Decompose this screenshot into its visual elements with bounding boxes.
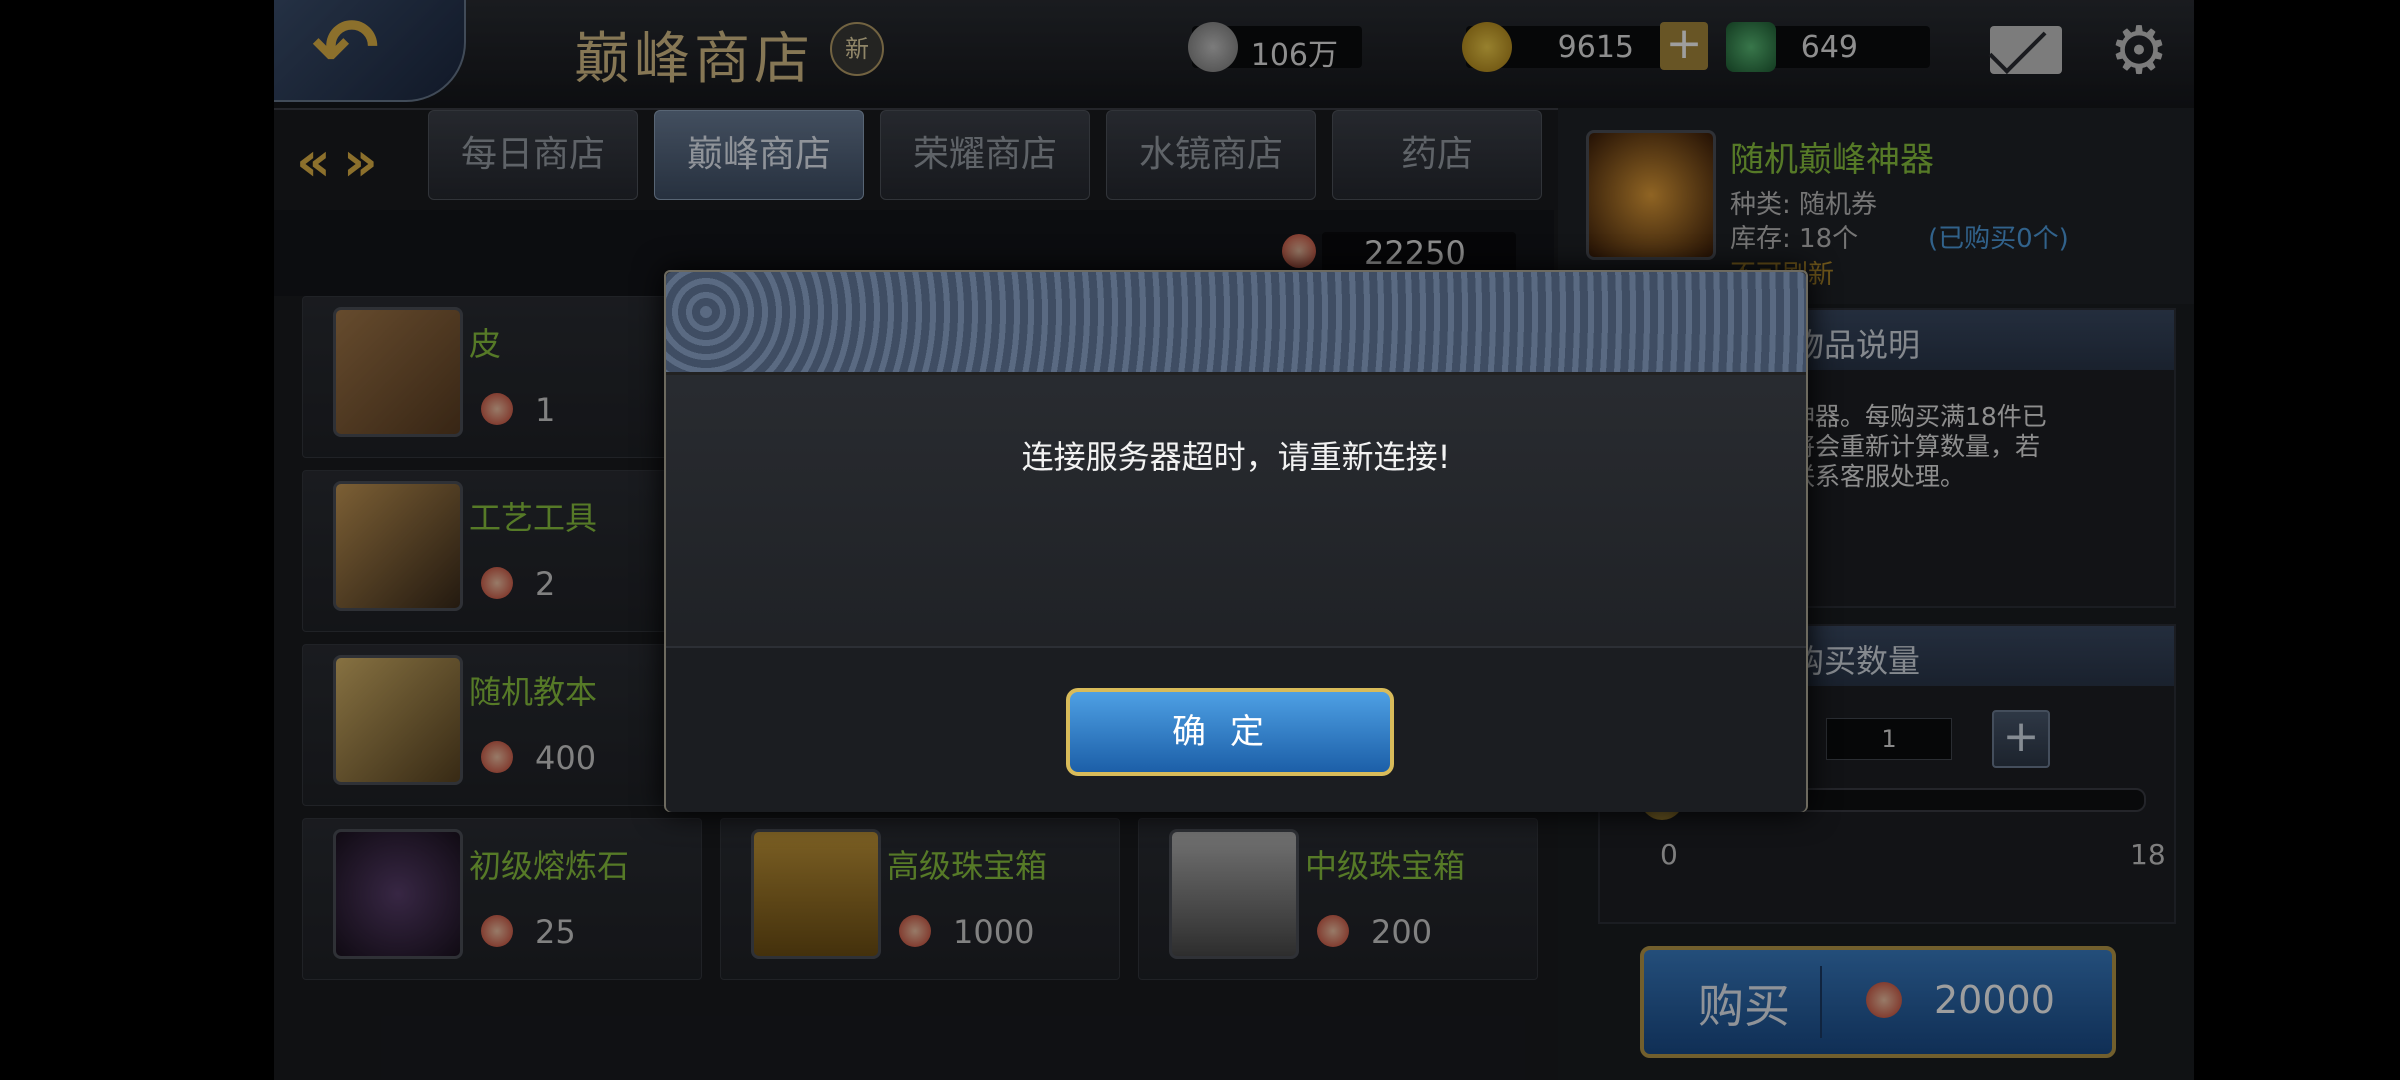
timeout-dialog: 连接服务器超时，请重新连接! 确定: [664, 270, 1808, 812]
confirm-button[interactable]: 确定: [1066, 688, 1394, 776]
dialog-message: 连接服务器超时，请重新连接!: [1021, 438, 1451, 476]
dialog-header: [666, 272, 1806, 375]
game-screen: ↶ 巅峰商店 新 106万 9615 + 649 ⚙ «» 每日商店 巅峰商店 …: [274, 0, 2194, 1080]
